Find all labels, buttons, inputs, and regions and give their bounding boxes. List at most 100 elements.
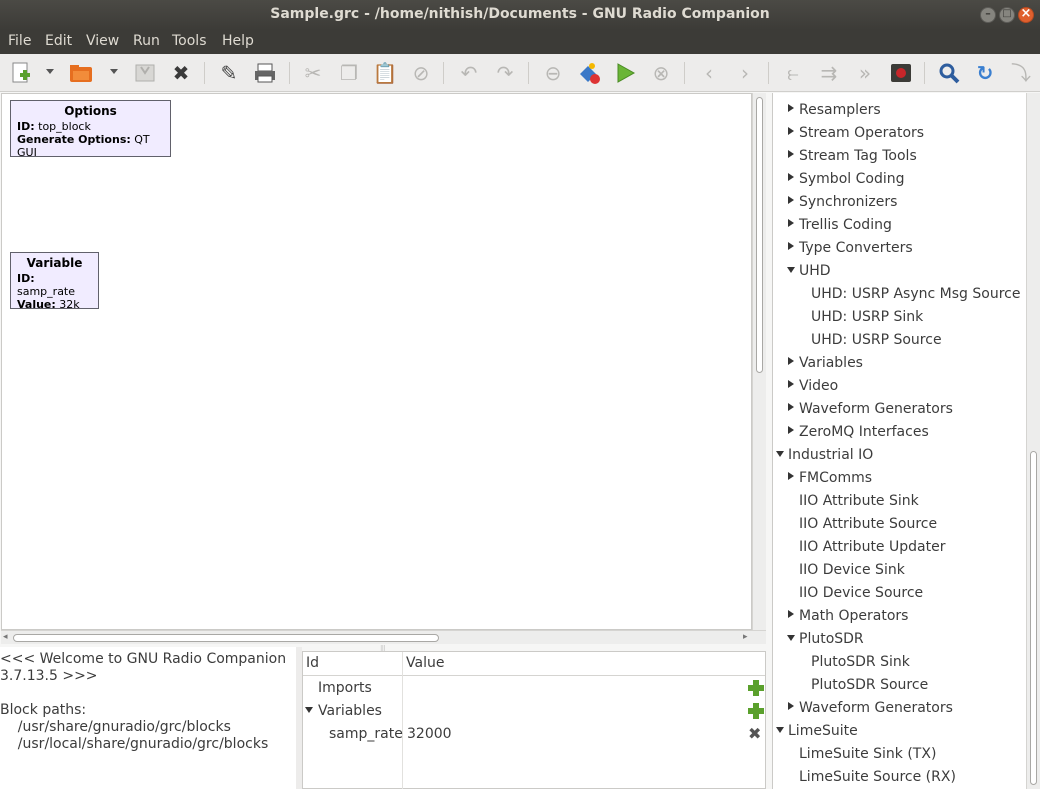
column-id[interactable]: Id	[306, 655, 319, 671]
tree-category-item[interactable]: Industrial IO	[773, 443, 1026, 466]
reload-icon[interactable]: ↻	[972, 60, 998, 86]
find-icon[interactable]	[936, 60, 962, 86]
tree-category-item[interactable]: Trellis Coding	[773, 213, 1026, 236]
tree-block-item[interactable]: IIO Attribute Updater	[773, 535, 1026, 558]
expander-collapsed-icon[interactable]	[788, 242, 794, 250]
expander-collapsed-icon[interactable]	[788, 403, 794, 411]
tree-category-item[interactable]: FMComms	[773, 466, 1026, 489]
expander-expanded-icon[interactable]	[776, 451, 784, 457]
variable-row-imports[interactable]: Imports	[303, 677, 765, 700]
tree-block-item[interactable]: IIO Attribute Source	[773, 512, 1026, 535]
close-window-button[interactable]	[1018, 6, 1034, 23]
variable-block[interactable]: Variable ID: samp_rate Value: 32k	[10, 252, 99, 311]
tree-block-item[interactable]: UHD: USRP Async Msg Source	[773, 282, 1026, 305]
variable-row-samp-rate[interactable]: samp_rate 32000 ✖	[303, 723, 765, 746]
tree-category-item[interactable]: Variables	[773, 351, 1026, 374]
canvas-horizontal-scrollbar[interactable]: ◂ ▸	[1, 630, 766, 644]
expander-expanded-icon[interactable]	[787, 267, 795, 273]
tree-category-item[interactable]: Symbol Coding	[773, 167, 1026, 190]
disable-icon[interactable]: ⊘	[408, 60, 434, 86]
tree-block-item[interactable]: IIO Device Sink	[773, 558, 1026, 581]
more-icon[interactable]: ⤵	[1008, 60, 1034, 86]
options-block[interactable]: Options ID: top_block Generate Options: …	[10, 100, 171, 159]
expander-expanded-icon[interactable]	[787, 635, 795, 641]
tree-block-item[interactable]: IIO Device Source	[773, 581, 1026, 604]
maximize-button[interactable]	[999, 7, 1015, 23]
cut-icon[interactable]: ✂	[300, 60, 326, 86]
expander-expanded-icon[interactable]	[305, 707, 313, 713]
remove-variable-icon[interactable]: ✖	[748, 724, 761, 743]
tree-category-item[interactable]: Synchronizers	[773, 190, 1026, 213]
paste-icon[interactable]: 📋	[372, 60, 398, 86]
flowgraph-canvas[interactable]: Options ID: top_block Generate Options: …	[1, 93, 752, 630]
open-icon[interactable]	[68, 60, 94, 86]
screenshot-icon[interactable]	[888, 60, 914, 86]
forward-icon[interactable]: »	[852, 60, 878, 86]
tree-block-item[interactable]: IIO Attribute Sink	[773, 489, 1026, 512]
tree-category-item[interactable]: Video	[773, 374, 1026, 397]
redo-icon[interactable]: ↷	[492, 60, 518, 86]
expander-collapsed-icon[interactable]	[788, 426, 794, 434]
close-icon[interactable]: ✖	[168, 60, 194, 86]
menu-file[interactable]: File	[8, 33, 31, 49]
scroll-left-icon[interactable]: ◂	[3, 632, 8, 642]
tree-category-item[interactable]: Math Operators	[773, 604, 1026, 627]
tree-category-item[interactable]: Waveform Generators	[773, 696, 1026, 719]
menu-view[interactable]: View	[86, 33, 119, 49]
generate-icon[interactable]	[576, 60, 602, 86]
save-icon[interactable]	[132, 60, 158, 86]
open-dropdown-icon[interactable]	[110, 69, 118, 74]
menu-run[interactable]: Run	[133, 33, 160, 49]
block-library-tree[interactable]: Resamplers Stream Operators Stream Tag Too…	[772, 93, 1026, 789]
new-dropdown-icon[interactable]	[46, 69, 54, 74]
tree-category-item[interactable]: Stream Operators	[773, 121, 1026, 144]
bypass-icon[interactable]: ⇉	[816, 60, 842, 86]
expander-expanded-icon[interactable]	[776, 727, 784, 733]
menu-tools[interactable]: Tools	[172, 33, 207, 49]
tree-category-item[interactable]: UHD	[773, 259, 1026, 282]
scrollbar-thumb[interactable]	[1030, 451, 1037, 785]
expander-collapsed-icon[interactable]	[788, 127, 794, 135]
tree-block-item[interactable]: LimeSuite Source (RX)	[773, 765, 1026, 788]
rotate-right-icon[interactable]: ›	[732, 60, 758, 86]
add-variable-icon[interactable]	[748, 703, 764, 719]
execute-icon[interactable]	[612, 60, 638, 86]
expander-collapsed-icon[interactable]	[788, 472, 794, 480]
errors-icon[interactable]: ⊖	[540, 60, 566, 86]
undo-icon[interactable]: ↶	[456, 60, 482, 86]
tree-block-item[interactable]: LimeSuite Sink (TX)	[773, 742, 1026, 765]
rotate-left-icon[interactable]: ‹	[696, 60, 722, 86]
expander-collapsed-icon[interactable]	[788, 196, 794, 204]
expander-collapsed-icon[interactable]	[788, 380, 794, 388]
menu-help[interactable]: Help	[222, 33, 254, 49]
expander-collapsed-icon[interactable]	[788, 150, 794, 158]
print-icon[interactable]	[252, 60, 278, 86]
variable-row-variables[interactable]: Variables	[303, 700, 765, 723]
menu-edit[interactable]: Edit	[45, 33, 72, 49]
expander-collapsed-icon[interactable]	[788, 219, 794, 227]
tree-block-item[interactable]: PlutoSDR Sink	[773, 650, 1026, 673]
expander-collapsed-icon[interactable]	[788, 104, 794, 112]
expander-collapsed-icon[interactable]	[788, 357, 794, 365]
expander-collapsed-icon[interactable]	[788, 610, 794, 618]
tree-category-item[interactable]: Resamplers	[773, 98, 1026, 121]
expander-collapsed-icon[interactable]	[788, 702, 794, 710]
canvas-vertical-scrollbar[interactable]	[752, 93, 766, 630]
minimize-button[interactable]	[980, 7, 996, 23]
copy-icon[interactable]: ❐	[336, 60, 362, 86]
tree-scrollbar[interactable]	[1026, 93, 1040, 789]
scroll-right-icon[interactable]: ▸	[743, 632, 748, 642]
tree-category-item[interactable]: ZeroMQ Interfaces	[773, 420, 1026, 443]
tree-category-item[interactable]: PlutoSDR	[773, 627, 1026, 650]
new-icon[interactable]	[8, 60, 34, 86]
edit-icon[interactable]: ✎	[216, 60, 242, 86]
tree-block-item[interactable]: UHD: USRP Source	[773, 328, 1026, 351]
add-import-icon[interactable]	[748, 680, 764, 696]
tree-block-item[interactable]: PlutoSDR Source	[773, 673, 1026, 696]
tree-block-item[interactable]: UHD: USRP Sink	[773, 305, 1026, 328]
tree-category-item[interactable]: Stream Tag Tools	[773, 144, 1026, 167]
scrollbar-thumb[interactable]	[756, 97, 763, 373]
tree-category-item[interactable]: Waveform Generators	[773, 397, 1026, 420]
scrollbar-thumb[interactable]	[13, 634, 439, 642]
enable-icon[interactable]: ⥼	[780, 60, 806, 86]
